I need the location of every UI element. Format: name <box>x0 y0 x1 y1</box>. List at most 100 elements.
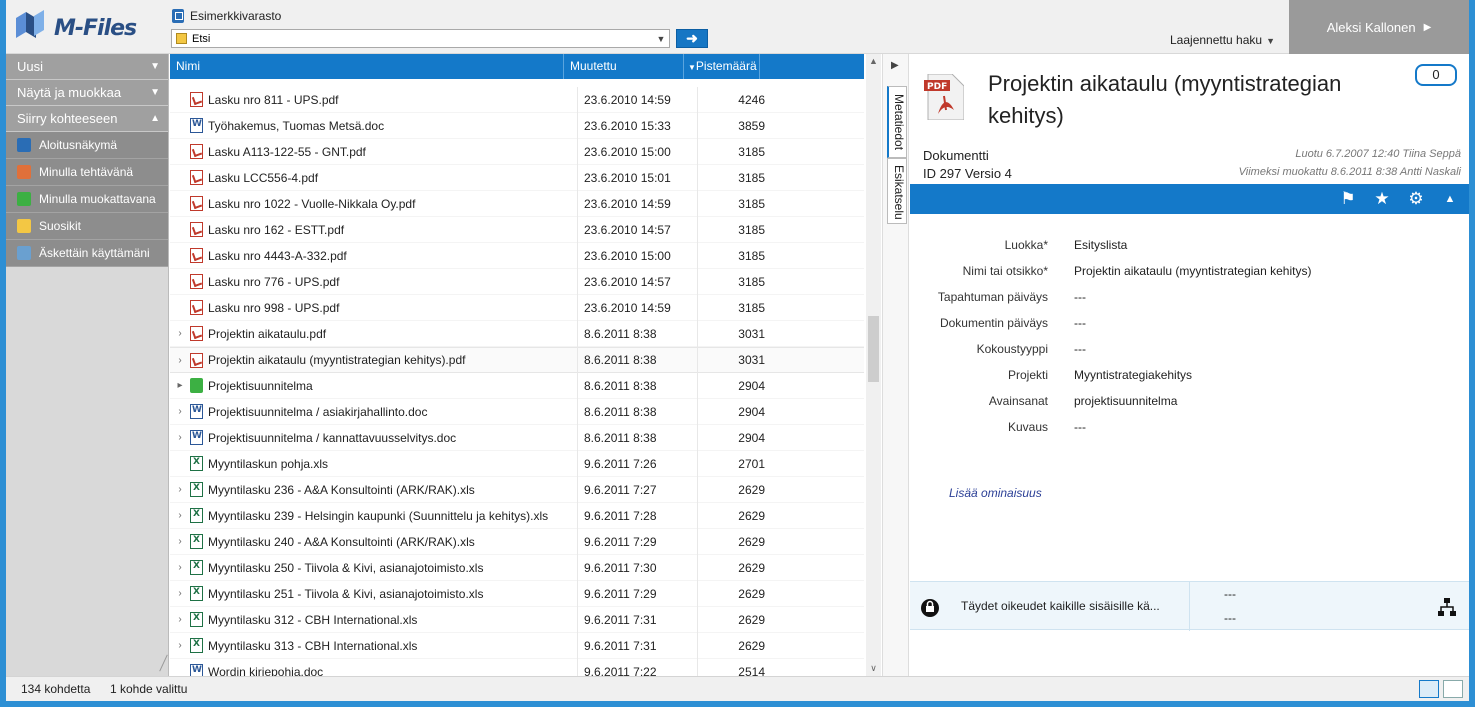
lock-icon[interactable] <box>920 597 940 617</box>
property-value[interactable]: projektisuunnitelma <box>1048 394 1177 408</box>
app-logo[interactable]: M-Files <box>14 10 164 46</box>
star-icon[interactable]: ★ <box>1372 189 1392 209</box>
tab-preview[interactable]: Esikatselu <box>887 158 907 224</box>
user-name: Aleksi Kallonen <box>1326 19 1416 35</box>
expand-icon[interactable]: › <box>170 328 190 339</box>
table-row[interactable]: Lasku nro 162 - ESTT.pdf 23.6.2010 14:57 3… <box>170 216 864 243</box>
scrollbar-thumb[interactable] <box>868 316 879 382</box>
table-row[interactable]: › Myyntilasku 240 - A&A Konsultointi (ARK… <box>170 528 864 555</box>
advanced-search-toggle[interactable]: Laajennettu haku ▼ <box>1170 33 1275 47</box>
expand-icon[interactable]: › <box>170 614 190 625</box>
column-modified[interactable]: Muutettu <box>564 54 684 79</box>
table-row[interactable]: Lasku nro 1022 - Vuolle-Nikkala Oy.pdf 23… <box>170 190 864 217</box>
property-row[interactable]: Kokoustyyppi --- <box>910 336 1469 362</box>
expand-icon[interactable]: › <box>170 536 190 547</box>
property-value[interactable]: Esityslista <box>1048 238 1127 252</box>
row-score: 2629 <box>697 632 772 659</box>
permissions-text[interactable]: Täydet oikeudet kaikille sisäisille kä..… <box>961 599 1160 613</box>
object-listing: Nimi Muutettu ▼Pistemäärä Lasku nro 811 … <box>170 54 881 676</box>
table-row[interactable]: Lasku nro 776 - UPS.pdf 23.6.2010 14:57 31… <box>170 268 864 295</box>
property-row[interactable]: Avainsanat projektisuunnitelma <box>910 388 1469 414</box>
property-value[interactable]: --- <box>1048 316 1086 330</box>
vault-name[interactable]: Esimerkkivarasto <box>172 9 281 23</box>
expand-icon[interactable]: › <box>170 432 190 443</box>
table-row[interactable]: Lasku nro 811 - UPS.pdf 23.6.2010 14:59 42… <box>170 86 864 113</box>
property-value[interactable]: Myyntistrategiakehitys <box>1048 368 1192 382</box>
property-row[interactable]: Nimi tai otsikko* Projektin aikataulu (my… <box>910 258 1469 284</box>
search-input[interactable] <box>192 32 653 45</box>
user-menu[interactable]: Aleksi Kallonen ▶ <box>1289 0 1469 54</box>
row-score: 3185 <box>697 190 772 217</box>
property-row[interactable]: Dokumentin päiväys --- <box>910 310 1469 336</box>
hierarchy-icon[interactable] <box>1437 597 1457 617</box>
search-box[interactable]: ▼ <box>171 29 670 48</box>
table-row[interactable]: › Myyntilasku 313 - CBH International.xls… <box>170 632 864 659</box>
expand-icon[interactable]: › <box>170 355 190 366</box>
row-score: 2629 <box>697 502 772 529</box>
table-row[interactable]: › Myyntilasku 312 - CBH International.xls… <box>170 606 864 633</box>
table-row[interactable]: Lasku nro 4443-A-332.pdf 23.6.2010 15:00 3… <box>170 242 864 269</box>
resize-grip-icon[interactable] <box>159 654 168 672</box>
section-view-edit[interactable]: Näytä ja muokkaa ▼ <box>6 80 168 106</box>
property-value[interactable]: Projektin aikataulu (myyntistrategian ke… <box>1048 264 1311 278</box>
property-value[interactable]: --- <box>1048 342 1086 356</box>
object-title: Projektin aikataulu (myyntistrategian ke… <box>988 71 1342 128</box>
expand-icon[interactable]: › <box>170 588 190 599</box>
thumbnail-view-icon[interactable] <box>1443 680 1463 698</box>
tab-metadata[interactable]: Metatiedot <box>887 86 907 158</box>
table-row[interactable]: › Myyntilasku 239 - Helsingin kaupunki (S… <box>170 502 864 529</box>
property-row[interactable]: Tapahtuman päiväys --- <box>910 284 1469 310</box>
collapse-pane-icon[interactable]: ▶ <box>891 60 899 71</box>
flag-icon[interactable]: ⚑ <box>1338 189 1358 209</box>
table-row[interactable]: › Projektin aikataulu.pdf 8.6.2011 8:38 303… <box>170 320 864 347</box>
collapse-up-icon[interactable]: ▲ <box>1440 189 1460 209</box>
column-score[interactable]: ▼Pistemäärä <box>684 54 760 79</box>
table-row[interactable]: › Projektisuunnitelma / kannattavuusselvi… <box>170 424 864 451</box>
scroll-down-icon[interactable]: ∨ <box>866 663 881 674</box>
table-row[interactable]: Työhakemus, Tuomas Metsä.doc 23.6.2010 15… <box>170 112 864 139</box>
sidebar-item-recent[interactable]: Äskettäin käyttämäni <box>6 240 168 267</box>
table-row[interactable]: › Projektin aikataulu (myyntistrategian k… <box>170 347 864 373</box>
search-dropdown-icon[interactable]: ▼ <box>653 34 669 44</box>
table-row[interactable]: Wordin kirjepohja.doc 9.6.2011 7:222514 <box>170 658 864 676</box>
expand-icon[interactable]: › <box>170 484 190 495</box>
chevron-up-icon: ▲ <box>150 113 160 124</box>
sidebar-item-checked-out[interactable]: Minulla muokattavana <box>6 186 168 213</box>
column-name[interactable]: Nimi <box>170 54 564 79</box>
property-value[interactable]: --- <box>1048 290 1086 304</box>
search-button[interactable]: ➜ <box>676 29 708 48</box>
expand-icon[interactable]: › <box>170 640 190 651</box>
scroll-up-icon[interactable]: ▲ <box>866 56 881 66</box>
table-row[interactable]: › Myyntilasku 251 - Tiivola & Kivi, asian… <box>170 580 864 607</box>
listing-scrollbar[interactable]: ▲ ∨ <box>866 54 881 676</box>
expand-icon[interactable]: › <box>170 562 190 573</box>
section-new[interactable]: Uusi ▼ <box>6 54 168 80</box>
details-view-icon[interactable] <box>1419 680 1439 698</box>
add-property-link[interactable]: Lisää ominaisuus <box>949 486 1042 500</box>
table-row[interactable]: Myyntilaskun pohja.xls 9.6.2011 7:262701 <box>170 450 864 477</box>
expand-icon[interactable]: › <box>170 510 190 521</box>
comments-button[interactable]: 0 <box>1415 64 1457 86</box>
table-row[interactable]: › Myyntilasku 250 - Tiivola & Kivi, asian… <box>170 554 864 581</box>
table-row[interactable]: › Myyntilasku 236 - A&A Konsultointi (ARK… <box>170 476 864 503</box>
workflow-value[interactable]: --- <box>1224 587 1236 601</box>
section-go-to[interactable]: Siirry kohteeseen ▲ <box>6 106 168 132</box>
table-row[interactable]: › Projektisuunnitelma / asiakirjahallinto… <box>170 398 864 425</box>
gear-icon[interactable]: ⚙ <box>1406 189 1426 209</box>
property-row[interactable]: Luokka* Esityslista <box>910 232 1469 258</box>
sidebar-item-favorites[interactable]: Suosikit <box>6 213 168 240</box>
row-modified: 23.6.2010 14:57 <box>577 268 697 295</box>
table-row[interactable]: ▸ Projektisuunnitelma 8.6.2011 8:38 2904 <box>170 372 864 399</box>
table-row[interactable]: Lasku A113-122-55 - GNT.pdf 23.6.2010 15:… <box>170 138 864 165</box>
sidebar-item-assigned[interactable]: Minulla tehtävänä <box>6 159 168 186</box>
sidebar-item-home[interactable]: Aloitusnäkymä <box>6 132 168 159</box>
property-row[interactable]: Projekti Myyntistrategiakehitys <box>910 362 1469 388</box>
property-row[interactable]: Kuvaus --- <box>910 414 1469 440</box>
expand-icon[interactable]: ▸ <box>170 380 190 391</box>
expand-icon[interactable]: › <box>170 406 190 417</box>
property-value[interactable]: --- <box>1048 420 1086 434</box>
state-value[interactable]: --- <box>1224 611 1236 625</box>
table-row[interactable]: Lasku nro 998 - UPS.pdf 23.6.2010 14:59 31… <box>170 294 864 321</box>
object-type: Dokumentti <box>923 148 989 163</box>
table-row[interactable]: Lasku LCC556-4.pdf 23.6.2010 15:01 3185 <box>170 164 864 191</box>
